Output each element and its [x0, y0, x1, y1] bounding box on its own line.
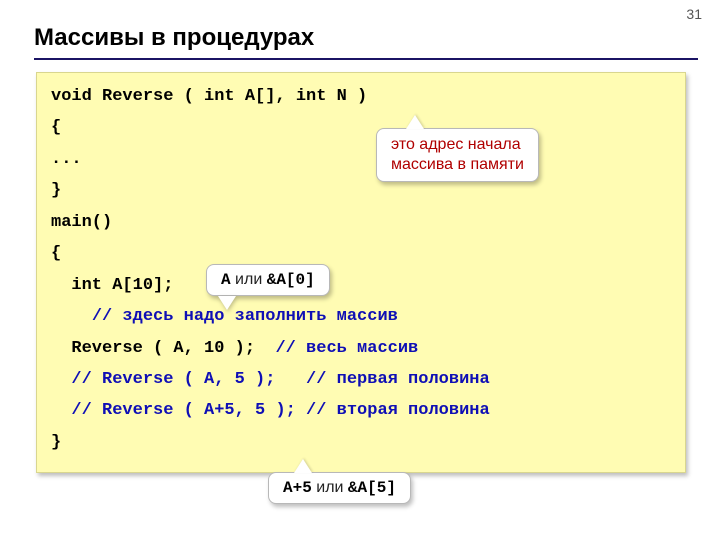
callout-address: это адрес начала массива в памяти [376, 128, 539, 182]
callout-line: это адрес начала [391, 135, 524, 155]
code-block: void Reverse ( int A[], int N ) { ... } … [36, 72, 686, 473]
code-line: // здесь надо заполнить массив [51, 301, 671, 332]
code-line: main() [51, 207, 671, 238]
narr-text: или [312, 479, 348, 496]
code-line: int A[10]; [51, 270, 671, 301]
mono-text: A+5 [283, 479, 312, 497]
code-line: // Reverse ( A, 5 ); // первая половина [51, 364, 671, 395]
mono-text: A [221, 271, 231, 289]
code-line: } [51, 427, 671, 458]
callout-tail [294, 459, 312, 473]
code-line: } [51, 175, 671, 206]
mono-text: &A[0] [267, 271, 315, 289]
page-number: 31 [686, 6, 702, 22]
mono-text: &A[5] [348, 479, 396, 497]
title-rule [34, 58, 698, 60]
callout-tail [218, 296, 236, 310]
code-line: { [51, 238, 671, 269]
code-line: // Reverse ( A+5, 5 ); // вторая половин… [51, 395, 671, 426]
callout-a5-or-a5idx: A+5 или &A[5] [268, 472, 411, 504]
slide-title: Массивы в процедурах [34, 24, 314, 52]
callout-a-or-a0: A или &A[0] [206, 264, 330, 296]
code-line: Reverse ( A, 10 ); // весь массив [51, 333, 671, 364]
code-line: ... [51, 144, 671, 175]
callout-tail [406, 115, 424, 129]
callout-line: массива в памяти [391, 155, 524, 175]
code-line: void Reverse ( int A[], int N ) [51, 81, 671, 112]
narr-text: или [231, 271, 267, 288]
code-line: { [51, 112, 671, 143]
